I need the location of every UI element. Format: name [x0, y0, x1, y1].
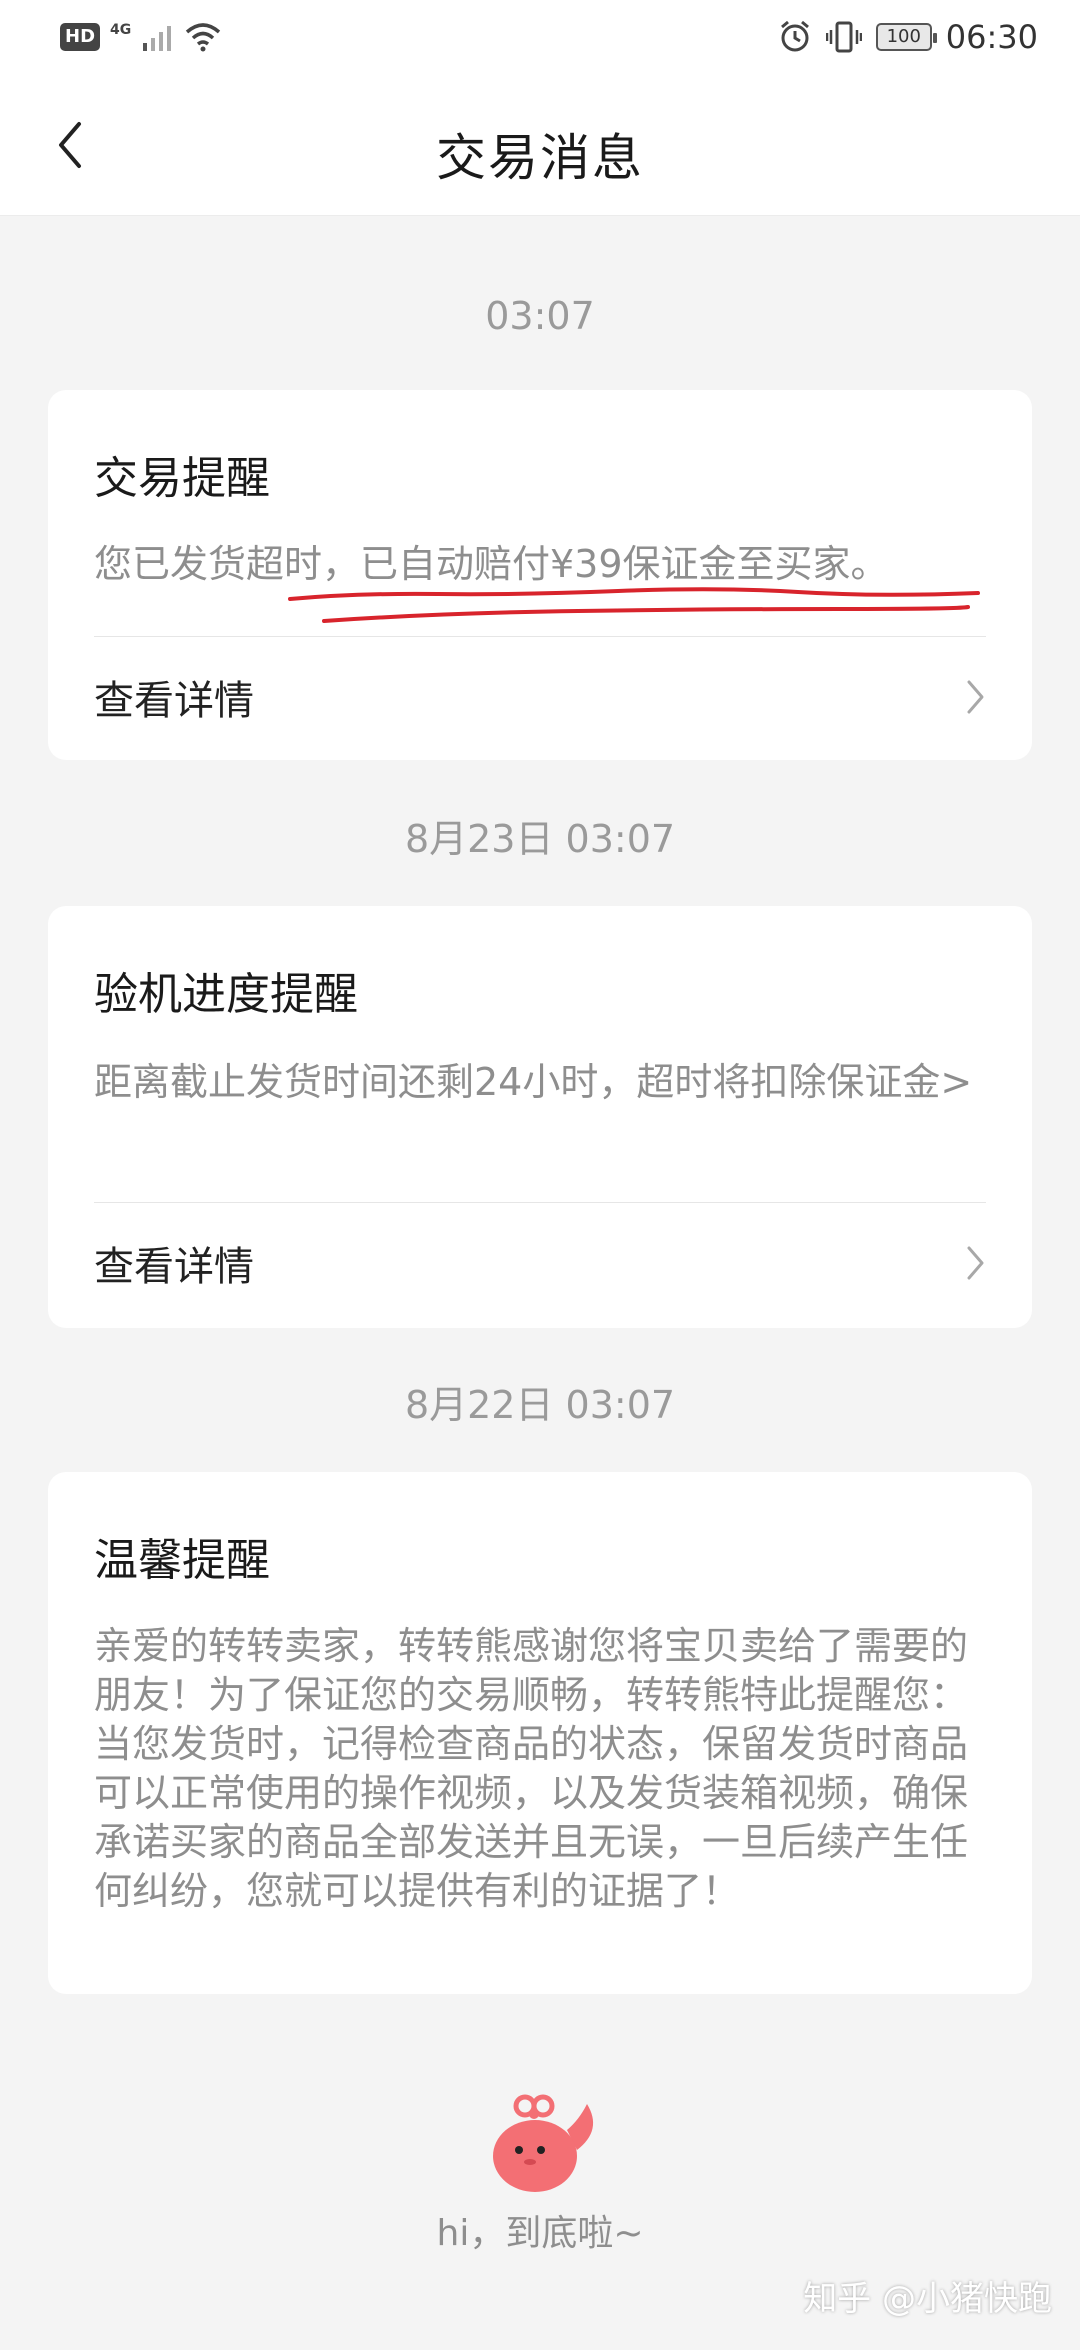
card-title: 温馨提醒 [94, 1535, 270, 1586]
vibrate-icon [825, 21, 862, 53]
message-card-inspection-reminder[interactable]: 验机进度提醒 距离截止发货时间还剩24小时，超时将扣除保证金> 查看详情 [48, 906, 1032, 1328]
message-time: 8月22日 03:07 [404, 1383, 676, 1427]
chevron-right-icon [967, 680, 984, 714]
status-right: 100 06:30 [778, 18, 1038, 56]
message-card-warm-reminder: 温馨提醒 亲爱的转转卖家，转转熊感谢您将宝贝卖给了需要的朋友！为了保证您的交易顺… [48, 1472, 1032, 1994]
chevron-right-icon [967, 1246, 984, 1280]
status-time: 06:30 [945, 18, 1038, 56]
list-end: hi，到底啦~ [0, 2090, 1080, 2256]
view-details-label: 查看详情 [94, 1244, 254, 1290]
page-title: 交易消息 [436, 129, 644, 187]
message-time: 03:07 [485, 294, 595, 338]
alarm-icon [780, 20, 809, 52]
card-title: 验机进度提醒 [94, 969, 358, 1020]
red-underline-annotation [288, 587, 980, 623]
status-left: HD 4G [60, 22, 221, 52]
view-details-row[interactable]: 查看详情 [94, 1228, 986, 1298]
message-card-trade-reminder[interactable]: 交易提醒 您已发货超时，已自动赔付¥39保证金至买家。 查看详情 [48, 390, 1032, 760]
end-of-list-text: hi，到底啦~ [436, 2213, 644, 2254]
signal-icon [143, 26, 172, 51]
nav-header: 交易消息 [0, 80, 1080, 216]
status-bar: HD 4G 100 06:30 [0, 0, 1080, 80]
view-details-label: 查看详情 [94, 678, 254, 724]
battery-indicator: 100 [875, 23, 937, 51]
hd-badge: HD [60, 23, 101, 51]
mascot-bear-icon [493, 2094, 594, 2192]
card-divider [94, 1202, 986, 1203]
view-details-row[interactable]: 查看详情 [94, 662, 986, 732]
message-time: 8月23日 03:07 [404, 817, 676, 861]
card-body: 亲爱的转转卖家，转转熊感谢您将宝贝卖给了需要的朋友！为了保证您的交易顺畅，转转熊… [94, 1624, 969, 1913]
watermark: 知乎 @小猪快跑 [803, 2279, 1052, 2319]
card-title: 交易提醒 [94, 453, 270, 504]
card-divider [94, 636, 986, 637]
network-type: 4G [110, 22, 132, 38]
card-body[interactable]: 距离截止发货时间还剩24小时，超时将扣除保证金> [94, 1058, 994, 1107]
wifi-icon [186, 23, 221, 52]
card-body: 您已发货超时，已自动赔付¥39保证金至买家。 [94, 542, 889, 586]
